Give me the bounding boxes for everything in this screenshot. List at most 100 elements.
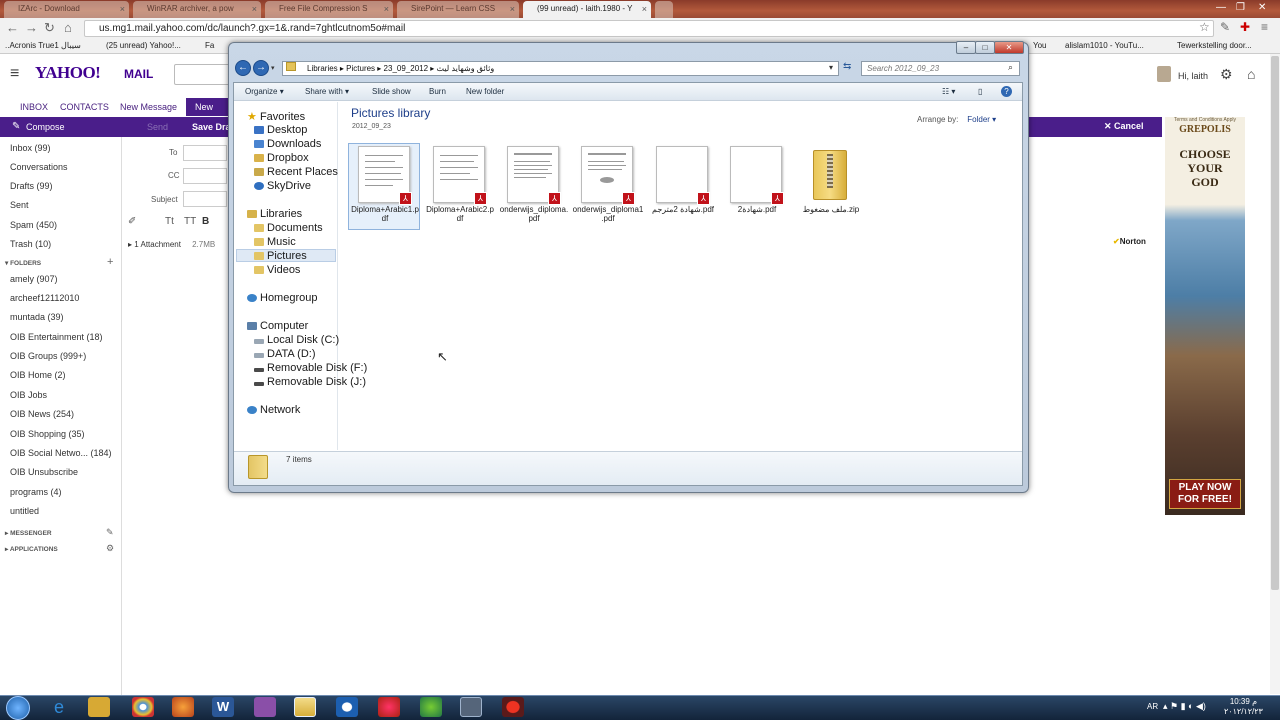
nav-drive-f[interactable]: Removable Disk (F:) [254, 362, 367, 374]
record-icon[interactable] [502, 697, 524, 717]
folder-item[interactable]: OIB Shopping (35) [10, 429, 85, 439]
compose-button[interactable]: Compose [26, 122, 65, 132]
folder-item[interactable]: OIB Jobs [10, 390, 47, 400]
folder-item[interactable]: OIB Social Netwo... (184) [10, 448, 112, 458]
cc-field[interactable] [183, 168, 227, 184]
language-indicator[interactable]: AR [1147, 702, 1158, 711]
close-window-icon[interactable]: ✕ [1258, 2, 1266, 13]
reload-icon[interactable]: ↻ [44, 20, 55, 36]
home-icon[interactable]: ⌂ [1247, 66, 1255, 82]
nav-homegroup[interactable]: Homegroup [247, 292, 317, 304]
organize-menu[interactable]: Organize ▾ [245, 87, 284, 96]
file-item[interactable]: ملف مضغوط.zip [795, 144, 867, 214]
system-clock[interactable]: 10:39 م ٢٠١٢/١٢/٢٣ [1224, 697, 1263, 717]
nav-videos[interactable]: Videos [254, 264, 300, 276]
send-button[interactable]: Send [147, 122, 168, 132]
wrench-icon[interactable]: ≡ [1261, 20, 1268, 34]
font-icon[interactable]: Tt [165, 216, 174, 227]
nav-dropbox[interactable]: Dropbox [254, 152, 309, 164]
app-icon[interactable] [254, 697, 276, 717]
mail-search-input[interactable] [174, 64, 230, 85]
nav-skydrive[interactable]: SkyDrive [254, 180, 311, 192]
new-folder-button[interactable]: New folder [466, 87, 504, 96]
subject-field[interactable] [183, 191, 227, 207]
bookmark-item[interactable]: alislam1010 - YouTu... [1065, 38, 1144, 53]
close-icon[interactable]: × [642, 1, 647, 17]
browser-tab[interactable]: IZArc - Download × [4, 1, 129, 18]
file-item[interactable]: ⅄ Diploma+Arabic2.pdf [424, 144, 496, 223]
new-tab-button[interactable] [655, 1, 673, 18]
media-player-icon[interactable] [88, 697, 110, 717]
search-icon[interactable]: ⌕ [1008, 62, 1013, 73]
nav-recent-places[interactable]: Recent Places [254, 166, 338, 178]
nav-computer[interactable]: Computer [247, 320, 308, 332]
attachment-row[interactable]: ▸ 1 Attachment 2.7MB [128, 240, 215, 249]
close-icon[interactable]: × [384, 1, 389, 17]
burn-button[interactable]: Burn [429, 87, 446, 96]
address-bar[interactable]: us.mg1.mail.yahoo.com/dc/launch?.gx=1&.r… [84, 20, 1214, 37]
close-window-icon[interactable]: ✕ [994, 41, 1024, 54]
nav-libraries[interactable]: Libraries [247, 208, 302, 220]
folder-item[interactable]: muntada (39) [10, 312, 64, 322]
minimize-icon[interactable]: — [1216, 2, 1226, 13]
breadcrumb-current[interactable]: 2012_09_23 [384, 64, 429, 73]
compose-icon[interactable]: ✎ [12, 121, 20, 132]
minimize-icon[interactable]: – [956, 41, 976, 54]
folder-item[interactable]: untitled [10, 506, 39, 516]
forward-icon[interactable]: → [25, 20, 38, 35]
add-folder-icon[interactable]: + [107, 256, 113, 268]
folder-item[interactable]: OIB Home (2) [10, 370, 66, 380]
folder-item[interactable]: amely (907) [10, 274, 58, 284]
font-size-icon[interactable]: TT [184, 216, 196, 227]
ad-cta-button[interactable]: PLAY NOW FOR FREE! [1169, 479, 1241, 509]
tab-contacts[interactable]: CONTACTS [60, 102, 109, 112]
help-icon[interactable]: ? [1001, 86, 1012, 97]
folder-drafts[interactable]: Drafts (99) [10, 181, 53, 191]
firefox-icon[interactable] [172, 697, 194, 717]
browser-tab-active[interactable]: (99 unread) - laith.1980 - Y × [523, 1, 651, 18]
file-item[interactable]: ⅄ onderwijs_diploma.pdf [498, 144, 570, 223]
internet-explorer-icon[interactable]: e [48, 697, 70, 717]
messenger-header[interactable]: ▸ MESSENGER [5, 529, 52, 537]
scrollbar-thumb[interactable] [1271, 56, 1279, 590]
bookmark-item[interactable]: (25 unread) Yahoo!... [106, 38, 181, 53]
word-icon[interactable]: W [212, 697, 234, 717]
star-icon[interactable]: ☆ [1199, 20, 1210, 34]
folder-item[interactable]: programs (4) [10, 487, 62, 497]
refresh-icon[interactable]: ⇆ [843, 61, 851, 72]
app-icon[interactable] [336, 697, 358, 717]
app-icon[interactable] [460, 697, 482, 717]
extension-icon[interactable]: ✚ [1240, 20, 1250, 34]
nav-documents[interactable]: Documents [254, 222, 323, 234]
home-icon[interactable]: ⌂ [64, 20, 72, 35]
to-field[interactable] [183, 145, 227, 161]
back-icon[interactable]: ← [6, 20, 19, 35]
nav-favorites[interactable]: ★ Favorites [247, 110, 305, 123]
explorer-address-bar[interactable]: Libraries ▸ Pictures ▸ وثائق وشهايد ليث … [282, 61, 839, 76]
recent-pages-icon[interactable]: ▾ [271, 64, 275, 72]
file-item[interactable]: ⅄ شهادة 2مترجم.pdf [647, 144, 719, 214]
nav-drive-j[interactable]: Removable Disk (J:) [254, 376, 366, 388]
gear-icon[interactable]: ⚙ [106, 543, 114, 554]
bookmark-item[interactable]: ..Acronis True1 سيبال [5, 38, 81, 53]
browser-tab[interactable]: Free File Compression S × [265, 1, 393, 18]
bookmark-item[interactable]: You [1033, 38, 1047, 53]
nav-desktop[interactable]: Desktop [254, 124, 307, 136]
folder-conversations[interactable]: Conversations [10, 162, 68, 172]
breadcrumb-pictures[interactable]: Pictures [346, 64, 375, 73]
nav-pictures[interactable]: Pictures [254, 250, 307, 262]
cancel-button[interactable]: ✕ Cancel [1104, 121, 1144, 132]
maximize-icon[interactable]: ❐ [1236, 2, 1245, 13]
folder-trash[interactable]: Trash (10) [10, 239, 51, 249]
folder-item[interactable]: archeef12112010 [10, 293, 79, 303]
tab-new-message[interactable]: New Message [120, 102, 177, 112]
file-item[interactable]: ⅄ شهادة2.pdf [721, 144, 793, 214]
browser-tab[interactable]: WinRAR archiver, a pow × [133, 1, 261, 18]
share-with-menu[interactable]: Share with ▾ [305, 87, 349, 96]
tray-icons[interactable]: ▴ ⚑ ▮ ◐ ◀) [1163, 701, 1206, 712]
forward-icon[interactable]: → [253, 60, 269, 76]
tab-new-message-active[interactable]: New Mes [186, 98, 228, 130]
grepolis-ad[interactable]: Terms and Conditions Apply GREPOLIS CHOO… [1165, 117, 1245, 515]
gear-icon[interactable]: ⚙ [1220, 66, 1233, 83]
edit-icon[interactable]: ✎ [106, 527, 114, 538]
